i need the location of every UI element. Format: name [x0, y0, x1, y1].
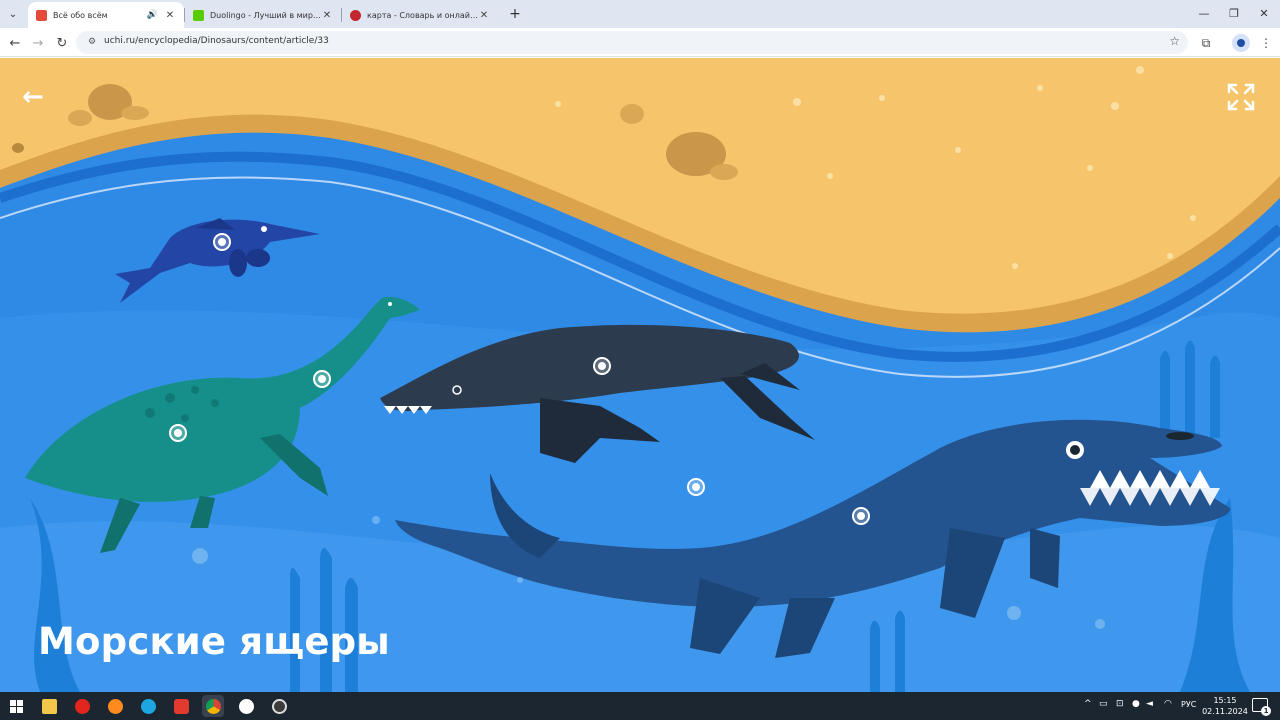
menu-dots-icon[interactable]: ⋮	[1256, 33, 1276, 53]
hotspot-dot	[318, 375, 326, 383]
close-icon[interactable]: ✕	[321, 10, 333, 21]
hotspot-plesiosaur-neck[interactable]	[313, 370, 331, 388]
address-bar[interactable]: ⚙ uchi.ru/encyclopedia/Dinosaurs/content…	[76, 31, 1188, 54]
tab-title: Всё обо всём	[53, 10, 108, 20]
tab-strip: ⌄ Всё обо всём 🔊 ✕ Duolingo - Лучший в м…	[0, 0, 1280, 28]
clock-date: 02.11.2024	[1202, 707, 1248, 716]
profile-avatar[interactable]	[1232, 34, 1250, 52]
battery-icon[interactable]: ▭	[1099, 699, 1108, 709]
extensions-icon[interactable]: ⧉	[1196, 33, 1216, 53]
tab-title: карта - Словарь и онлайн пер	[367, 10, 478, 20]
taskbar-clock[interactable]: 15:15 02.11.2024	[1202, 695, 1248, 717]
encyclopedia-article: ← Морские ящеры	[0, 58, 1280, 692]
opera-icon[interactable]	[71, 695, 93, 717]
back-arrow-button[interactable]: ←	[22, 84, 52, 110]
hotspot-liopleurodon[interactable]	[593, 357, 611, 375]
hotspot-ichthyosaur[interactable]	[213, 233, 231, 251]
close-icon[interactable]: ✕	[164, 10, 176, 21]
clock-time: 15:15	[1213, 696, 1237, 705]
firefox-icon[interactable]	[104, 695, 126, 717]
minimize-button[interactable]: —	[1192, 4, 1216, 22]
site-info-icon[interactable]: ⚙	[85, 35, 99, 49]
start-button[interactable]	[5, 695, 27, 717]
restore-button[interactable]: ❐	[1222, 4, 1246, 22]
edge-icon[interactable]	[137, 695, 159, 717]
app-icon[interactable]	[268, 695, 290, 717]
file-explorer-icon[interactable]	[38, 695, 60, 717]
tab-favicon	[193, 9, 204, 21]
tray-chevron-icon[interactable]: ^	[1084, 699, 1092, 709]
profile-icon	[1237, 39, 1245, 47]
hotspot-plesiosaur-body[interactable]	[169, 424, 187, 442]
tab-0[interactable]: Всё обо всём 🔊 ✕	[28, 2, 184, 28]
close-icon[interactable]: ✕	[478, 10, 490, 21]
usb-icon[interactable]: ⊡	[1116, 699, 1124, 709]
hotspot-dot	[218, 238, 226, 246]
bookmark-star-icon[interactable]: ☆	[1169, 34, 1180, 48]
hotspot-center[interactable]	[687, 478, 705, 496]
sea-scene-illustration	[0, 58, 1280, 692]
volume-icon[interactable]: ◄	[1146, 699, 1153, 709]
language-indicator[interactable]: РУС	[1181, 700, 1196, 709]
tab-search-button[interactable]: ⌄	[4, 5, 22, 23]
hotspot-dot	[174, 429, 182, 437]
microphone-icon[interactable]: ●	[1132, 699, 1140, 709]
windows-icon	[9, 699, 23, 713]
hotspot-dot	[857, 512, 865, 520]
hotspot-mosasaur[interactable]	[852, 507, 870, 525]
yandex-icon[interactable]	[170, 695, 192, 717]
wifi-icon[interactable]: ◠	[1164, 699, 1172, 709]
tab-favicon	[36, 9, 47, 21]
page-title: Морские ящеры	[38, 620, 390, 663]
url-text[interactable]: uchi.ru/encyclopedia/Dinosaurs/content/a…	[104, 36, 329, 46]
windows-taskbar: ^ ▭ ⊡ ● ◄ ◠ РУС 15:15 02.11.2024 1	[0, 692, 1280, 720]
forward-arrow-icon[interactable]: →	[28, 33, 48, 53]
hotspot-dot	[598, 362, 606, 370]
chrome-icon[interactable]	[202, 695, 224, 717]
new-tab-button[interactable]: +	[505, 4, 525, 24]
tab-favicon	[350, 9, 361, 21]
window-close-button[interactable]: ✕	[1252, 4, 1276, 22]
fullscreen-icon[interactable]	[1226, 82, 1256, 112]
speaker-icon[interactable]: 🔊	[147, 10, 158, 20]
hotspot-dot	[692, 483, 700, 491]
tab-2[interactable]: карта - Словарь и онлайн пер ✕	[342, 2, 498, 28]
notification-center-icon[interactable]: 1	[1252, 698, 1271, 716]
back-arrow-icon[interactable]: ←	[5, 33, 25, 53]
tab-1[interactable]: Duolingo - Лучший в мире спо ✕	[185, 2, 341, 28]
reload-icon[interactable]: ↻	[52, 33, 72, 53]
yandex-browser-icon[interactable]	[235, 695, 257, 717]
tab-title: Duolingo - Лучший в мире спо	[210, 10, 321, 20]
notification-count: 1	[1261, 706, 1271, 716]
browser-toolbar: ← → ↻ ⚙ uchi.ru/encyclopedia/Dinosaurs/c…	[0, 28, 1280, 57]
